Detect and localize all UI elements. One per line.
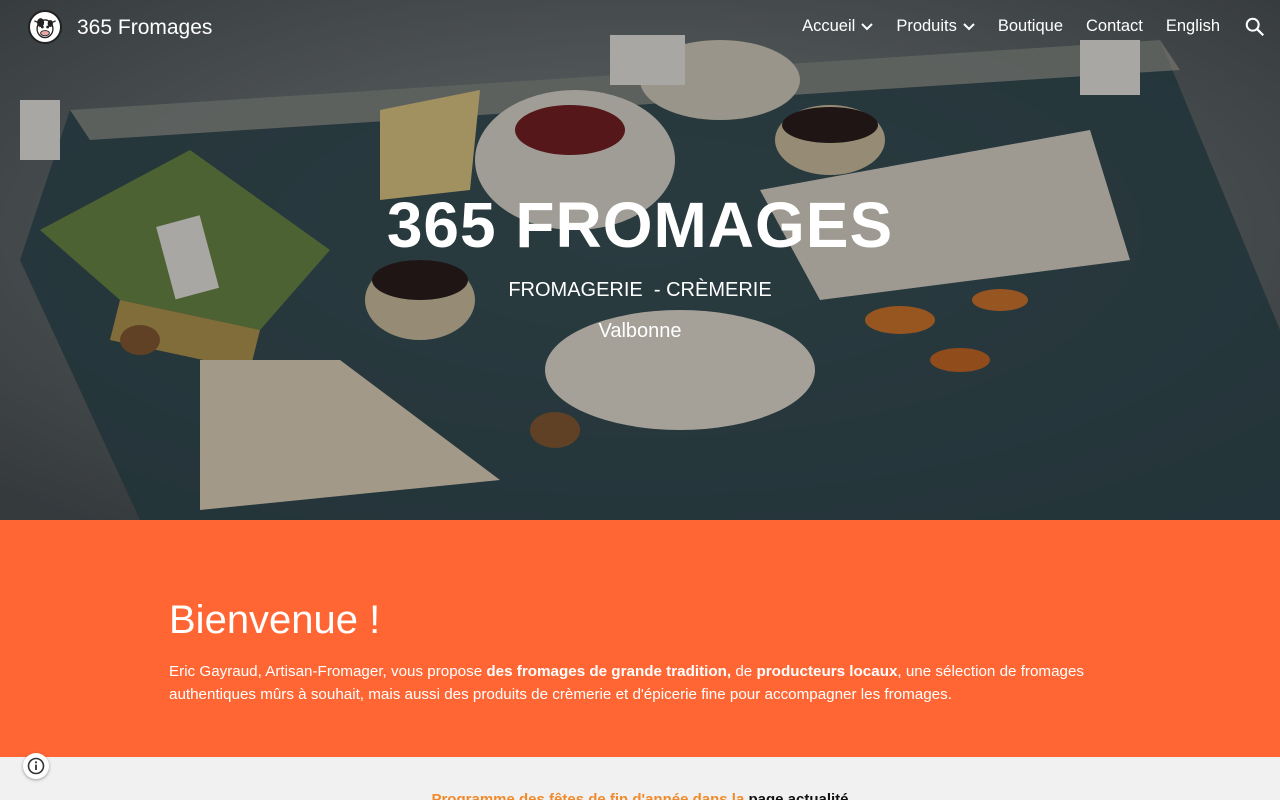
hero-location: Valbonne xyxy=(598,320,682,342)
welcome-paragraph: Eric Gayraud, Artisan-Fromager, vous pro… xyxy=(169,660,1119,706)
announcement-text: Programme des fêtes de fin d'année dans … xyxy=(431,791,749,800)
menu-item-contact[interactable]: Contact xyxy=(1086,17,1143,36)
hero-banner: 365 FROMAGES FROMAGERIE - CRÈMERIE Valbo… xyxy=(0,0,1280,520)
menu-item-label: English xyxy=(1165,17,1220,35)
menu-item-english[interactable]: English xyxy=(1166,17,1220,36)
menu-item-label: Contact xyxy=(1086,17,1143,35)
announcement-line: Programme des fêtes de fin d'année dans … xyxy=(0,791,1280,800)
chevron-down-icon xyxy=(963,22,975,30)
top-navigation: 365 Fromages Accueil Produits Boutique C… xyxy=(0,0,1280,56)
cow-logo-icon[interactable] xyxy=(28,10,62,44)
menu-item-accueil[interactable]: Accueil xyxy=(802,17,874,36)
welcome-bold-tradition: des fromages de grande tradition, xyxy=(486,663,732,680)
menu-item-boutique[interactable]: Boutique xyxy=(998,17,1063,36)
hero-title: 365 FROMAGES xyxy=(386,189,894,261)
welcome-section: Bienvenue ! Eric Gayraud, Artisan-Fromag… xyxy=(0,520,1280,757)
welcome-title: Bienvenue ! xyxy=(169,598,381,642)
menu-item-label: Accueil xyxy=(802,17,856,35)
site-title[interactable]: 365 Fromages xyxy=(77,16,212,40)
welcome-bold-local: producteurs locaux xyxy=(756,663,898,680)
menu-item-label: Boutique xyxy=(997,17,1063,35)
hero-subtitle: FROMAGERIE - CRÈMERIE xyxy=(508,279,772,301)
info-icon xyxy=(27,757,45,775)
chevron-down-icon xyxy=(861,22,874,30)
menu-item-label: Produits xyxy=(896,17,957,35)
main-menu: Accueil Produits Boutique Contact Englis… xyxy=(802,17,1220,36)
search-icon[interactable] xyxy=(1244,16,1266,38)
actualite-page-link[interactable]: page actualité xyxy=(748,791,848,800)
welcome-text-part: Eric Gayraud, Artisan-Fromager, vous pro… xyxy=(169,663,487,680)
site-info-button[interactable] xyxy=(23,753,49,779)
welcome-text-part: de xyxy=(731,663,757,680)
announcement-section: Programme des fêtes de fin d'année dans … xyxy=(0,757,1280,800)
menu-item-produits[interactable]: Produits xyxy=(896,17,975,36)
